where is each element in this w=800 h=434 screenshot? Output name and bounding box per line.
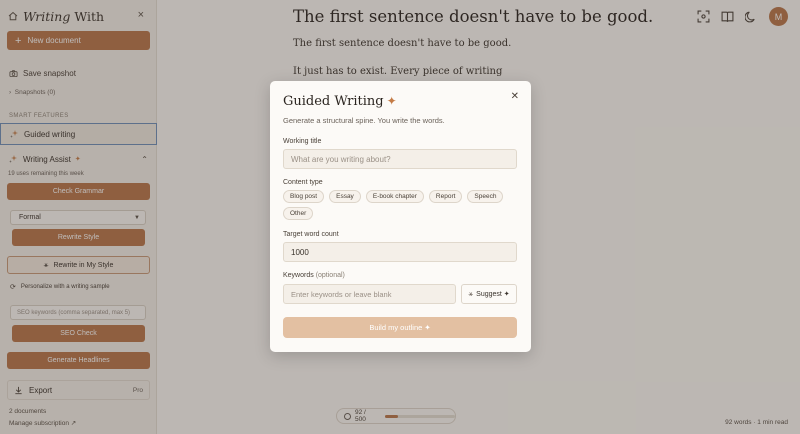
keywords-label: Keywords (optional) [283,272,345,279]
chip-ebook-chapter[interactable]: E-book chapter [365,190,424,203]
chip-other[interactable]: Other [283,207,314,220]
guided-writing-modal: Guided Writing ✦ ✕ Generate a structural … [270,81,531,352]
content-type-label: Content type [283,179,323,186]
target-word-count-label: Target word count [283,231,339,238]
content-type-chips: Blog post Essay E-book chapter Report Sp… [283,190,517,220]
target-word-count-input[interactable]: 1000 [283,242,517,262]
chip-report[interactable]: Report [428,190,463,203]
working-title-input[interactable]: What are you writing about? [283,149,517,169]
modal-title: Guided Writing ✦ [283,94,397,109]
keywords-input[interactable]: Enter keywords or leave blank [283,284,456,304]
modal-subtitle: Generate a structural spine. You write t… [283,116,445,125]
close-icon[interactable]: ✕ [511,91,519,102]
build-outline-button[interactable]: Build my outline ✦ [283,317,517,338]
suggest-label: Suggest ✦ [476,291,510,298]
chip-speech[interactable]: Speech [467,190,504,203]
sparkle-icon: ✦ [386,94,397,108]
chip-blog-post[interactable]: Blog post [283,190,325,203]
chip-essay[interactable]: Essay [329,190,361,203]
working-title-label: Working title [283,138,322,145]
magic-wand-icon: ⚹ [468,289,474,298]
suggest-button[interactable]: ⚹ Suggest ✦ [461,284,517,304]
